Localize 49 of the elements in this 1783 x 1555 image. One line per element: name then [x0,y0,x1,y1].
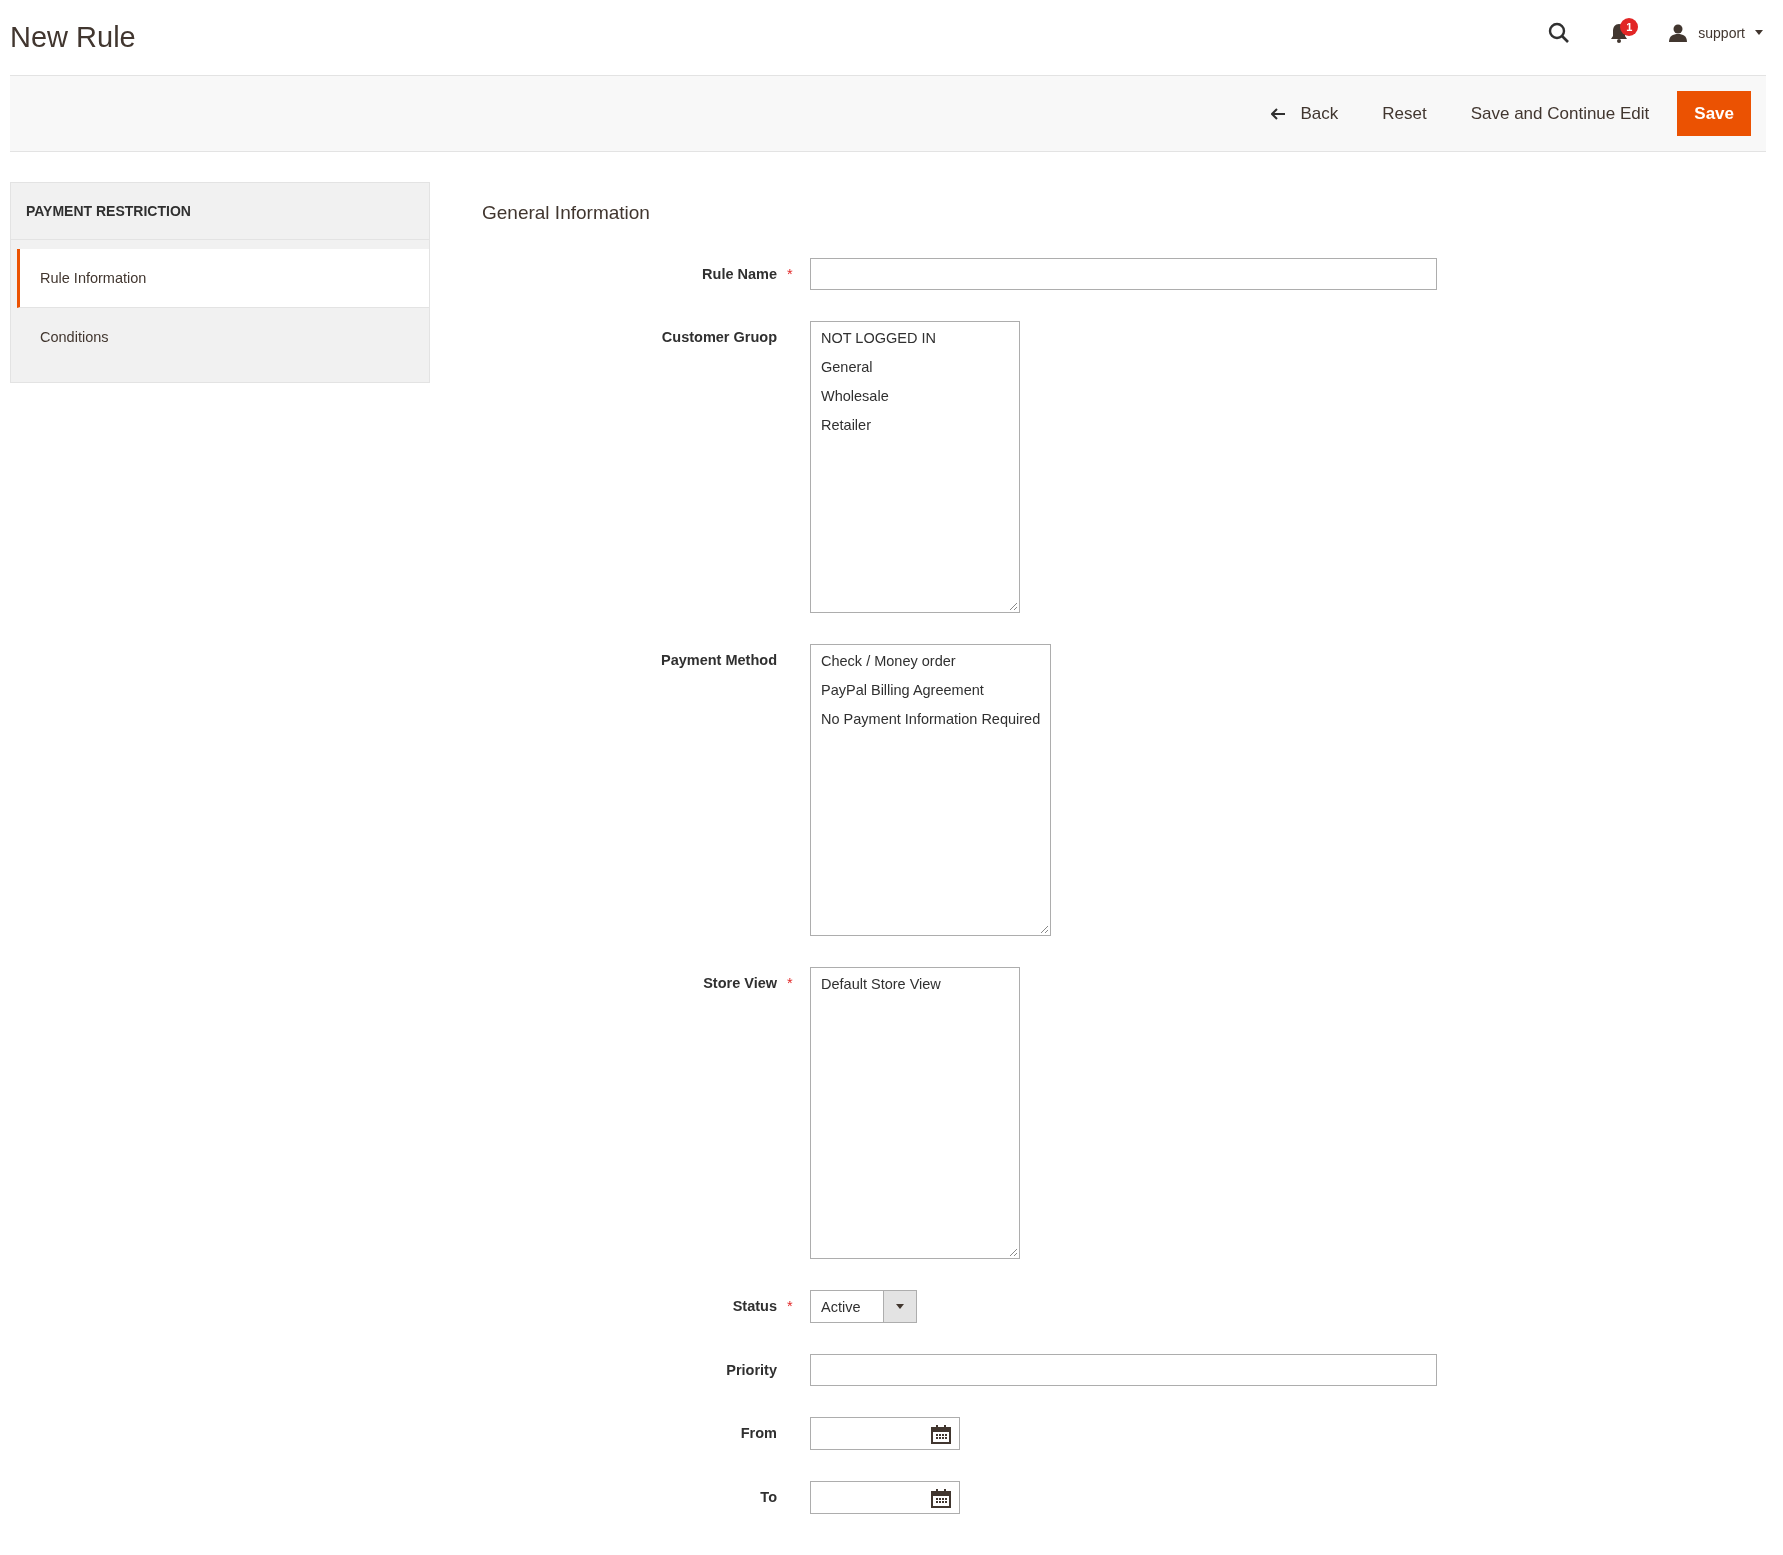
section-title: General Information [482,202,651,224]
date-field[interactable] [810,1481,960,1514]
required-mark: * [787,975,794,991]
input-field[interactable] [810,258,1437,290]
status-dropdown[interactable]: Active [810,1290,917,1323]
list-option[interactable]: Retailer [821,415,1009,444]
back-button[interactable]: Back [1255,91,1355,136]
field-label: To [760,1489,777,1505]
list-option[interactable]: Default Store View [821,974,1009,1003]
date-field[interactable] [810,1417,960,1450]
field-label: Priority [726,1362,777,1378]
input-field[interactable] [810,1354,1437,1386]
resize-handle-icon[interactable] [1009,602,1018,611]
field-label: From [740,1425,777,1441]
field-label: Store View [703,975,777,991]
action-button[interactable]: Save and Continue Edit [1454,91,1666,136]
notification-badge: 1 [1620,17,1639,36]
sidebar-tab[interactable]: Rule Information [17,249,429,308]
field-label: Status [732,1298,777,1314]
calendar-icon[interactable] [931,1423,951,1444]
calendar-icon[interactable] [931,1487,951,1508]
field-label: Rule Name [702,266,777,282]
list-option[interactable]: Check / Money order [821,651,1041,680]
field-label: Payment Method [661,652,777,668]
save-button[interactable]: Save [1677,91,1751,136]
list-option[interactable]: No Payment Information Required [821,709,1041,738]
action-button[interactable]: Reset [1366,91,1443,136]
sidebar-tab[interactable]: Conditions [17,308,429,366]
resize-handle-icon[interactable] [1040,925,1050,934]
list-option[interactable]: PayPal Billing Agreement [821,680,1041,709]
caret-icon [896,1304,904,1309]
multiselect-field[interactable]: Default Store View [810,967,1020,1259]
list-option[interactable]: Wholesale [821,386,1009,415]
required-mark: * [787,266,794,282]
resize-handle-icon[interactable] [1009,1248,1018,1257]
caret-icon [1755,30,1763,35]
list-option[interactable]: NOT LOGGED IN [821,328,1009,357]
search-icon[interactable] [1548,21,1571,44]
field-label: Customer Gruop [661,329,777,345]
multiselect-field[interactable]: NOT LOGGED IN General Wholesale Retailer [810,321,1020,613]
user-icon [1668,23,1689,42]
multiselect-field[interactable]: Check / Money order PayPal Billing Agreement No Payment Information Required [810,644,1052,936]
page-title: New Rule [10,21,136,54]
list-option[interactable]: General [821,357,1009,386]
user-menu[interactable]: support [1668,23,1763,42]
user-name: support [1698,24,1745,41]
arrow-left-icon [1271,107,1287,120]
required-mark: * [787,1298,794,1314]
sidebar-title: PAYMENT RESTRICTION [11,183,429,240]
